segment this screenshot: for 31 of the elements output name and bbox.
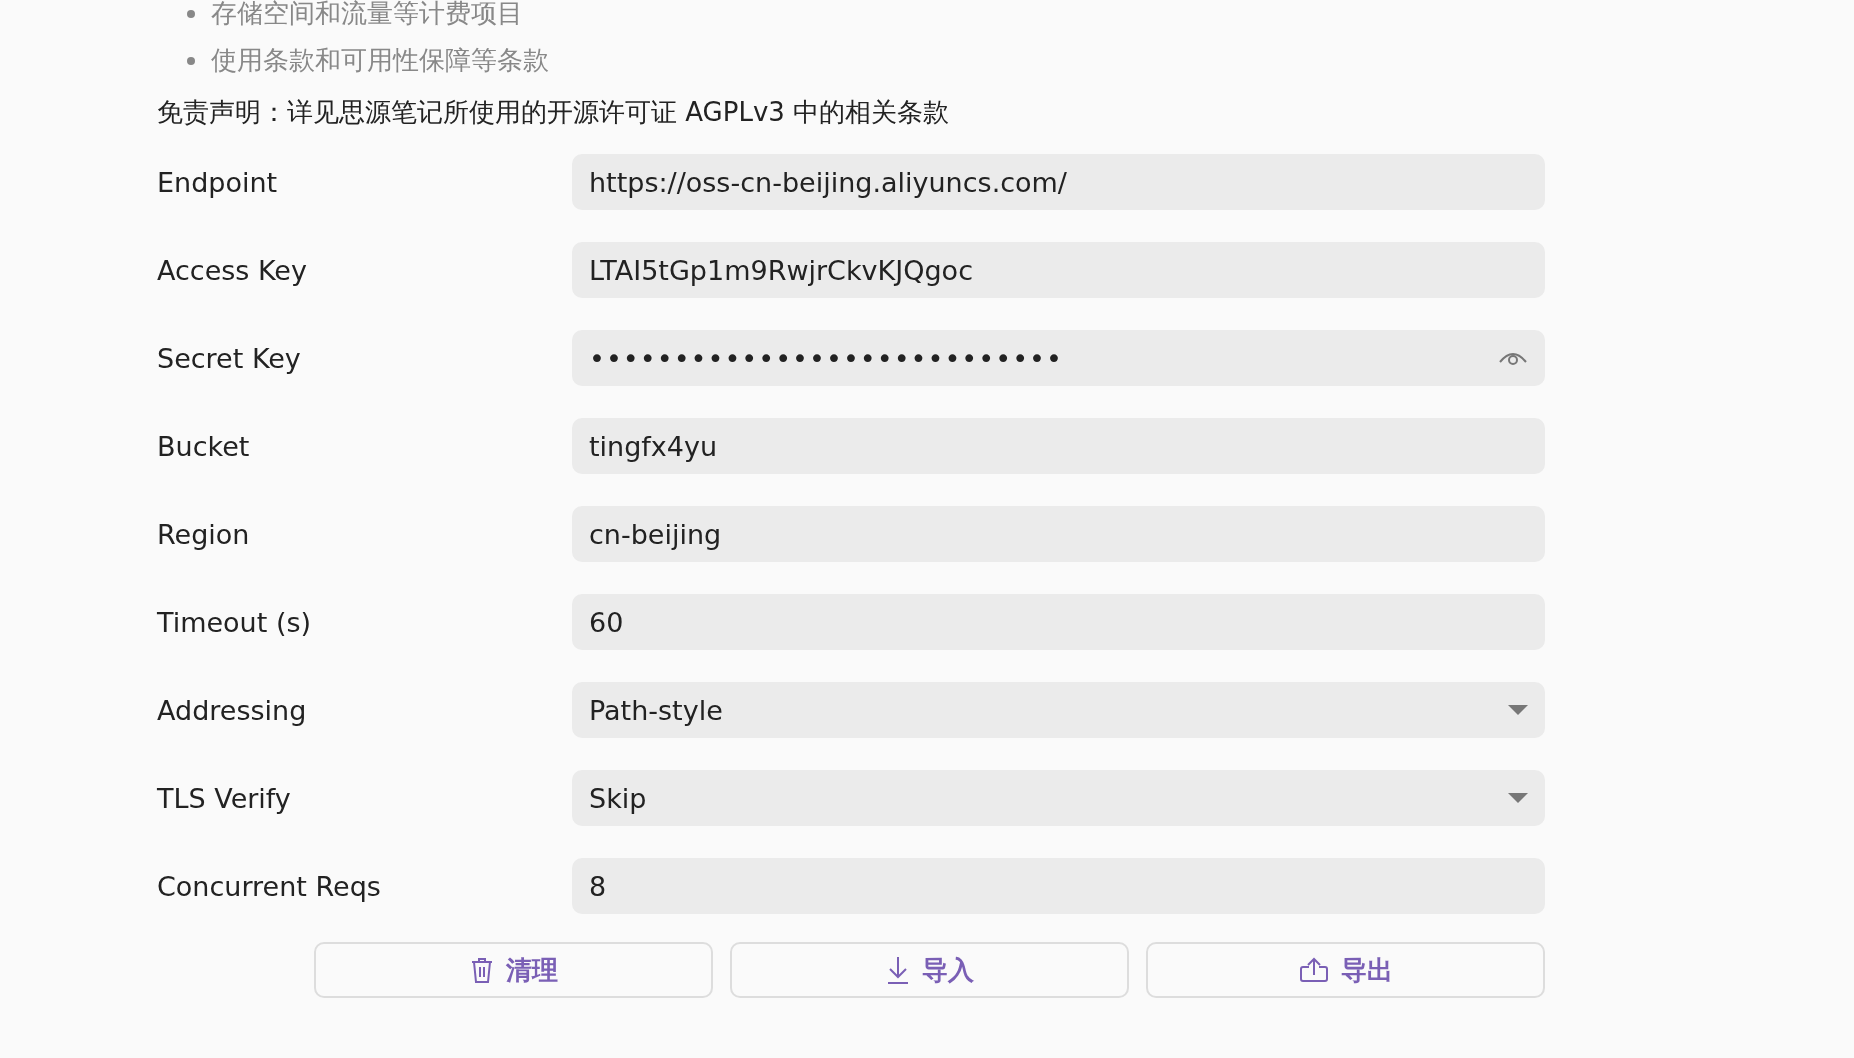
field-label: TLS Verify (157, 782, 292, 814)
trash-icon (469, 956, 494, 984)
action-button[interactable]: 导出 (1146, 942, 1545, 998)
caret-icon (1508, 705, 1528, 715)
upload-icon (1298, 957, 1329, 983)
bullet-icon (187, 9, 195, 18)
field-label: Region (157, 518, 251, 550)
bullet-icon (187, 56, 195, 65)
list-item-text: 使用条款和可用性保障等条款 (211, 44, 549, 77)
field-label: Timeout (s) (157, 606, 312, 638)
input-field[interactable]: 60 (572, 594, 1545, 650)
list-item-text: 存储空间和流量等计费项目 (211, 0, 523, 30)
disclaimer-text: 免责声明：详见思源笔记所使用的开源许可证 AGPLv3 中的相关条款 (157, 96, 951, 129)
select-field[interactable]: Skip (572, 770, 1545, 826)
input-field[interactable]: LTAI5tGp1m9RwjrCkvKJQgoc (572, 242, 1545, 298)
field-label: Addressing (157, 694, 308, 726)
field-label: Access Key (157, 254, 308, 286)
field-label: Endpoint (157, 166, 279, 198)
input-field[interactable]: https://oss-cn-beijing.aliyuncs.com/ (572, 154, 1545, 210)
action-button[interactable]: 清理 (314, 942, 713, 998)
password-field[interactable]: •••••••••••••••••••••••••••• (572, 330, 1545, 386)
input-field[interactable]: cn-beijing (572, 506, 1545, 562)
input-field[interactable]: tingfx4yu (572, 418, 1545, 474)
field-label: Concurrent Reqs (157, 870, 382, 902)
download-icon (885, 956, 910, 984)
caret-icon (1508, 793, 1528, 803)
input-field[interactable]: 8 (572, 858, 1545, 914)
field-label: Secret Key (157, 342, 302, 374)
select-field[interactable]: Path-style (572, 682, 1545, 738)
action-button[interactable]: 导入 (730, 942, 1129, 998)
field-label: Bucket (157, 430, 251, 462)
